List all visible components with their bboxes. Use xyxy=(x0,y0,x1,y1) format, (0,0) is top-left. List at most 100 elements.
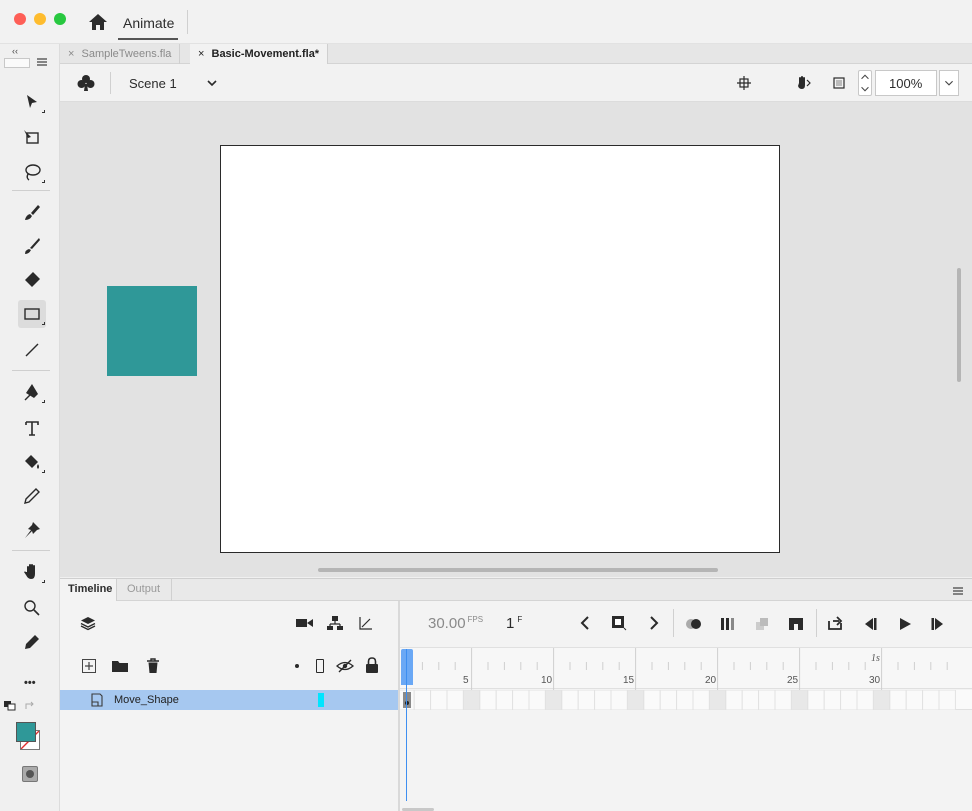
onion-skin-icon[interactable] xyxy=(684,616,704,632)
zoom-field[interactable]: 100% xyxy=(875,70,937,96)
pin-tool[interactable] xyxy=(18,516,46,544)
paste-frames-icon xyxy=(754,616,770,632)
brush-tool[interactable] xyxy=(18,232,46,260)
lasso-icon xyxy=(25,164,41,181)
chevron-down-icon xyxy=(945,80,953,86)
trash-icon[interactable] xyxy=(146,658,160,674)
more-tools-button[interactable]: ••• xyxy=(24,677,36,689)
timeline-panel: Timeline Output Move_Shape 30.00 FPS 1 F… xyxy=(60,578,972,811)
hide-layers-icon[interactable] xyxy=(336,658,354,674)
layer-color-swatch[interactable] xyxy=(318,693,324,707)
camera-icon[interactable] xyxy=(296,617,314,629)
frame-unit: F xyxy=(517,615,523,624)
zoom-stepper[interactable] xyxy=(858,70,872,96)
paint-bucket-tool[interactable] xyxy=(18,448,46,476)
eraser-tool[interactable] xyxy=(18,266,46,294)
frame-ruler[interactable] xyxy=(400,647,972,690)
scene-label[interactable]: Scene 1 xyxy=(129,76,177,91)
eraser-icon xyxy=(25,272,40,287)
home-icon[interactable] xyxy=(88,12,108,32)
layers-icon[interactable] xyxy=(80,615,96,631)
clip-content-icon[interactable] xyxy=(831,75,847,91)
divider xyxy=(110,72,111,94)
loop-icon[interactable] xyxy=(827,615,845,631)
maximize-window-button[interactable] xyxy=(54,13,66,25)
vertical-scrollbar[interactable] xyxy=(957,268,961,382)
edit-multiple-frames-icon[interactable] xyxy=(720,616,738,632)
insert-frames-icon[interactable] xyxy=(788,617,804,631)
pin-icon xyxy=(25,522,40,538)
panel-menu-icon[interactable] xyxy=(34,56,50,66)
app-title[interactable]: Animate xyxy=(123,15,174,31)
line-tool[interactable] xyxy=(18,336,46,364)
tab-output[interactable]: Output xyxy=(127,583,160,595)
graph-icon[interactable] xyxy=(358,615,374,631)
brush-icon xyxy=(25,238,40,254)
add-layer-icon[interactable] xyxy=(82,659,96,673)
collapse-panel-button[interactable]: ‹‹ xyxy=(12,46,18,56)
selection-tool[interactable] xyxy=(18,88,46,116)
paint-brush-tool[interactable] xyxy=(18,198,46,226)
layer-name[interactable]: Move_Shape xyxy=(114,694,179,706)
active-workspace-indicator xyxy=(118,38,178,40)
ruler-label: 25 xyxy=(787,675,799,686)
rotate-stage-icon[interactable] xyxy=(794,74,812,92)
panel-menu-icon[interactable] xyxy=(952,585,964,595)
close-tab-icon[interactable]: × xyxy=(68,48,74,60)
title-bar: Animate xyxy=(0,0,972,44)
lasso-tool[interactable] xyxy=(18,158,46,186)
tab-timeline[interactable]: Timeline xyxy=(68,583,112,595)
ruler-label: 30 xyxy=(869,675,881,686)
object-drawing-toggle[interactable] xyxy=(22,766,38,782)
layer-parenting-icon[interactable] xyxy=(327,615,343,631)
free-transform-tool[interactable] xyxy=(18,124,46,152)
pen-tool[interactable] xyxy=(18,378,46,406)
folder-icon[interactable] xyxy=(111,659,129,673)
doc-tab-label: Basic-Movement.fla* xyxy=(211,48,320,60)
seconds-marker: 1s xyxy=(871,653,880,664)
playhead[interactable] xyxy=(401,649,413,685)
frame-row[interactable] xyxy=(397,689,972,711)
zoom-tool[interactable] xyxy=(18,594,46,622)
default-colors-icon[interactable] xyxy=(4,700,16,711)
minimize-window-button[interactable] xyxy=(34,13,46,25)
doc-tab-basic-movement[interactable]: × Basic-Movement.fla* xyxy=(190,44,329,64)
center-stage-icon[interactable] xyxy=(736,75,752,91)
pen-icon xyxy=(24,384,38,401)
fps-number: 30.00 xyxy=(428,615,466,632)
rectangle-tool[interactable] xyxy=(18,300,46,328)
eyedropper-tool[interactable] xyxy=(18,482,46,510)
divider xyxy=(116,579,117,601)
club-icon[interactable] xyxy=(76,73,96,93)
eyedropper-icon xyxy=(24,488,40,504)
fill-color-swatch[interactable] xyxy=(16,722,36,742)
fps-unit: FPS xyxy=(467,615,484,624)
teal-square-shape[interactable] xyxy=(107,286,197,376)
chevron-left-icon[interactable] xyxy=(579,615,591,631)
step-forward-icon[interactable] xyxy=(930,617,946,631)
doc-tab-sampletweens[interactable]: × SampleTweens.fla xyxy=(60,44,181,64)
swap-colors-icon[interactable] xyxy=(24,700,36,710)
layer-row[interactable]: Move_Shape xyxy=(60,690,398,710)
divider xyxy=(12,190,50,191)
keyframe-icon[interactable] xyxy=(611,615,627,631)
fps-value[interactable]: 30.00 FPS xyxy=(428,615,483,632)
lock-icon[interactable] xyxy=(365,657,379,674)
close-window-button[interactable] xyxy=(14,13,26,25)
close-tab-icon[interactable]: × xyxy=(198,48,204,60)
playhead-line xyxy=(406,649,407,801)
zoom-dropdown-button[interactable] xyxy=(939,70,959,96)
hand-tool[interactable] xyxy=(18,558,46,586)
current-frame[interactable]: 1F xyxy=(506,615,522,632)
text-tool[interactable] xyxy=(18,414,46,442)
horizontal-scrollbar[interactable] xyxy=(318,568,718,572)
play-icon[interactable] xyxy=(898,617,912,631)
pencil-tool[interactable] xyxy=(18,628,46,656)
chevron-right-icon[interactable] xyxy=(648,615,660,631)
keyframe-cell[interactable] xyxy=(403,692,411,708)
chevron-down-icon[interactable] xyxy=(206,77,218,87)
tools-search-field[interactable] xyxy=(4,58,30,68)
step-back-icon[interactable] xyxy=(862,617,878,631)
outline-icon[interactable] xyxy=(316,659,324,673)
stage[interactable] xyxy=(220,145,780,553)
